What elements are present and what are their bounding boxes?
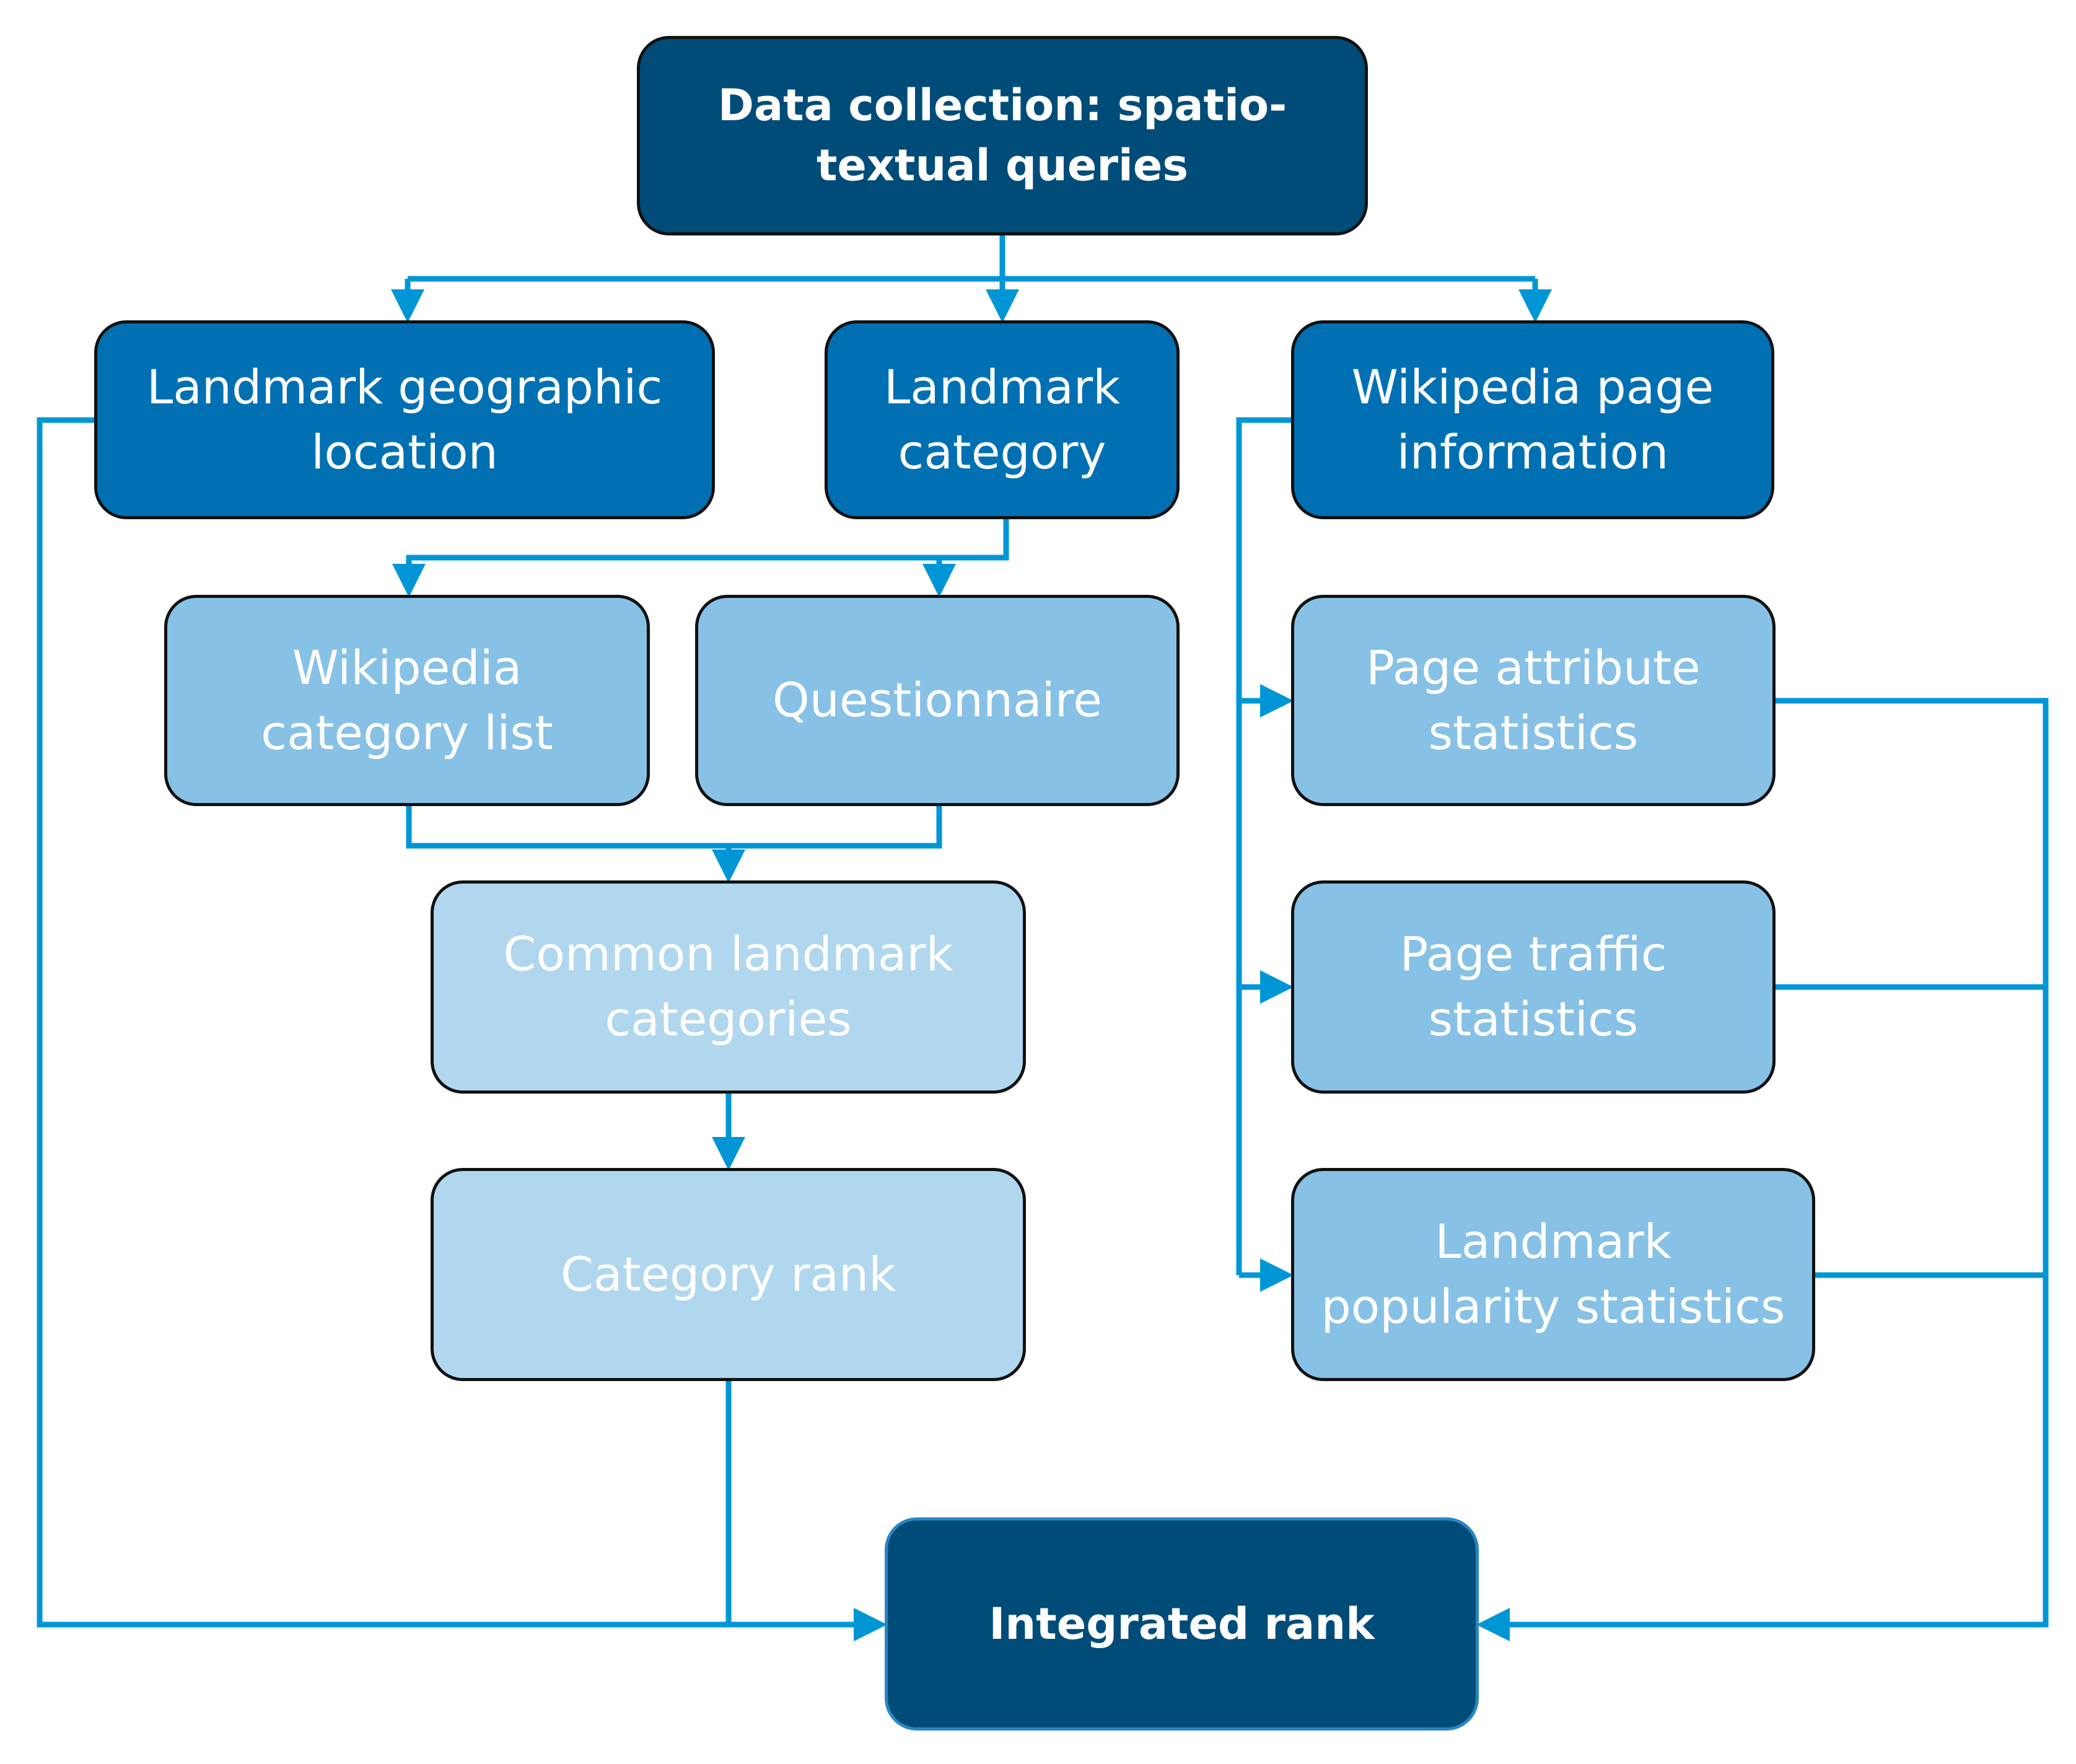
- node-label: Questionnaire: [772, 672, 1103, 728]
- node-label: Category rank: [560, 1246, 896, 1302]
- node-category-rank: Category rank: [431, 1168, 1026, 1381]
- node-landmark-category: Landmark category: [825, 320, 1180, 519]
- node-questionnaire: Questionnaire: [695, 595, 1180, 806]
- node-label: Data collection: spatio-textual queries: [717, 80, 1287, 191]
- node-label: Landmark geographic location: [146, 359, 663, 480]
- node-page-traffic-stats: Page traffic statistics: [1291, 880, 1776, 1094]
- node-common-categories: Common landmark categories: [431, 880, 1026, 1094]
- node-label: Integrated rank: [989, 1598, 1375, 1649]
- node-wiki-category-list: Wikipedia category list: [164, 595, 650, 806]
- node-label: Landmark category: [883, 359, 1121, 480]
- node-wiki-page-info: Wikipedia page information: [1291, 320, 1774, 519]
- edge-merge-to-common: [406, 806, 942, 849]
- node-label: Page traffic statistics: [1399, 926, 1667, 1047]
- node-label: Wikipedia category list: [261, 639, 553, 760]
- node-popularity-stats: Landmark popularity statistics: [1291, 1168, 1815, 1381]
- node-integrated-rank: Integrated rank: [885, 1517, 1479, 1731]
- node-data-collection: Data collection: spatio-textual queries: [637, 36, 1368, 235]
- node-label: Page attribute statistics: [1366, 639, 1701, 760]
- edge-attr-out: [1476, 698, 2049, 1641]
- node-label: Wikipedia page information: [1351, 359, 1714, 480]
- node-label: Common landmark categories: [503, 926, 953, 1047]
- node-geo-location: Landmark geographic location: [94, 320, 715, 519]
- connectors: [37, 235, 2049, 1641]
- flowchart: Data collection: spatio-textual queries …: [0, 0, 2076, 1764]
- node-label: Landmark popularity statistics: [1321, 1214, 1785, 1334]
- edge-category-split: [392, 519, 1009, 597]
- node-page-attribute-stats: Page attribute statistics: [1291, 595, 1776, 806]
- edge-wiki-trunk: [1236, 417, 1291, 1275]
